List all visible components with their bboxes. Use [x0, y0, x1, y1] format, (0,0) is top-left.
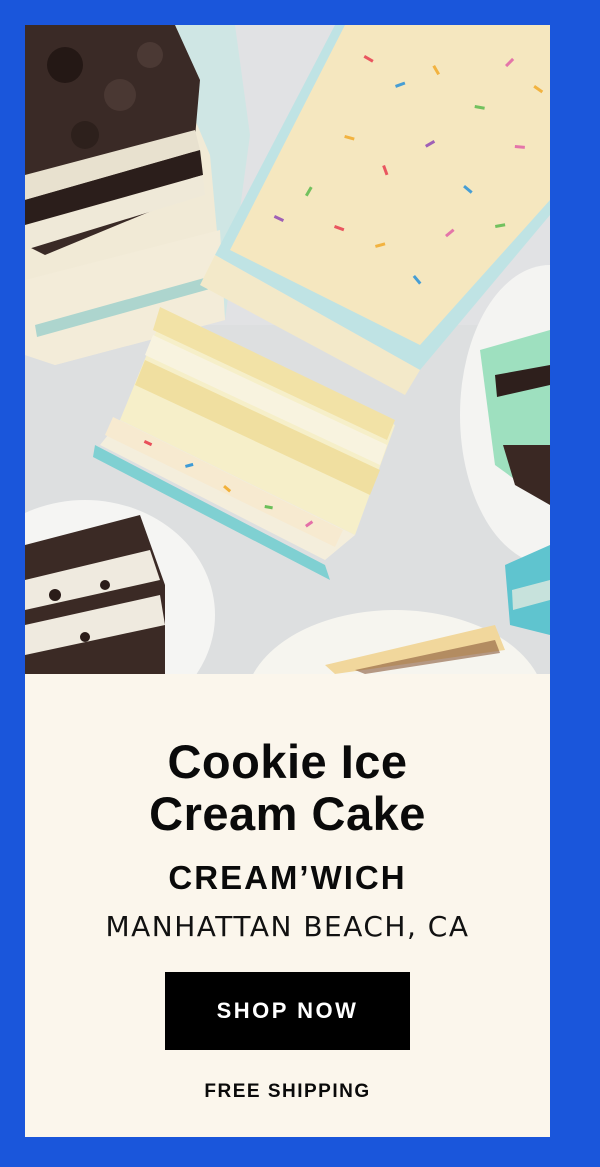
shop-now-label: SHOP NOW: [216, 998, 359, 1023]
product-info: Cookie Ice Cream Cake CREAM’WICH MANHATT…: [25, 674, 550, 1137]
promo-frame: Cookie Ice Cream Cake CREAM’WICH MANHATT…: [0, 0, 600, 1167]
product-title-line-2: Cream Cake: [149, 787, 426, 840]
product-photo[interactable]: [25, 25, 550, 674]
product-title-line-1: Cookie Ice: [167, 735, 408, 788]
chocolate-cake-box: [25, 25, 250, 365]
brand-name: CREAM’WICH: [168, 859, 407, 896]
free-shipping-note: FREE SHIPPING: [204, 1081, 371, 1102]
shop-now-button[interactable]: SHOP NOW: [165, 972, 410, 1050]
brand-location: MANHATTAN BEACH, CA: [105, 910, 470, 943]
product-card: Cookie Ice Cream Cake CREAM’WICH MANHATT…: [25, 25, 550, 1137]
product-title: Cookie Ice Cream Cake: [25, 736, 550, 840]
